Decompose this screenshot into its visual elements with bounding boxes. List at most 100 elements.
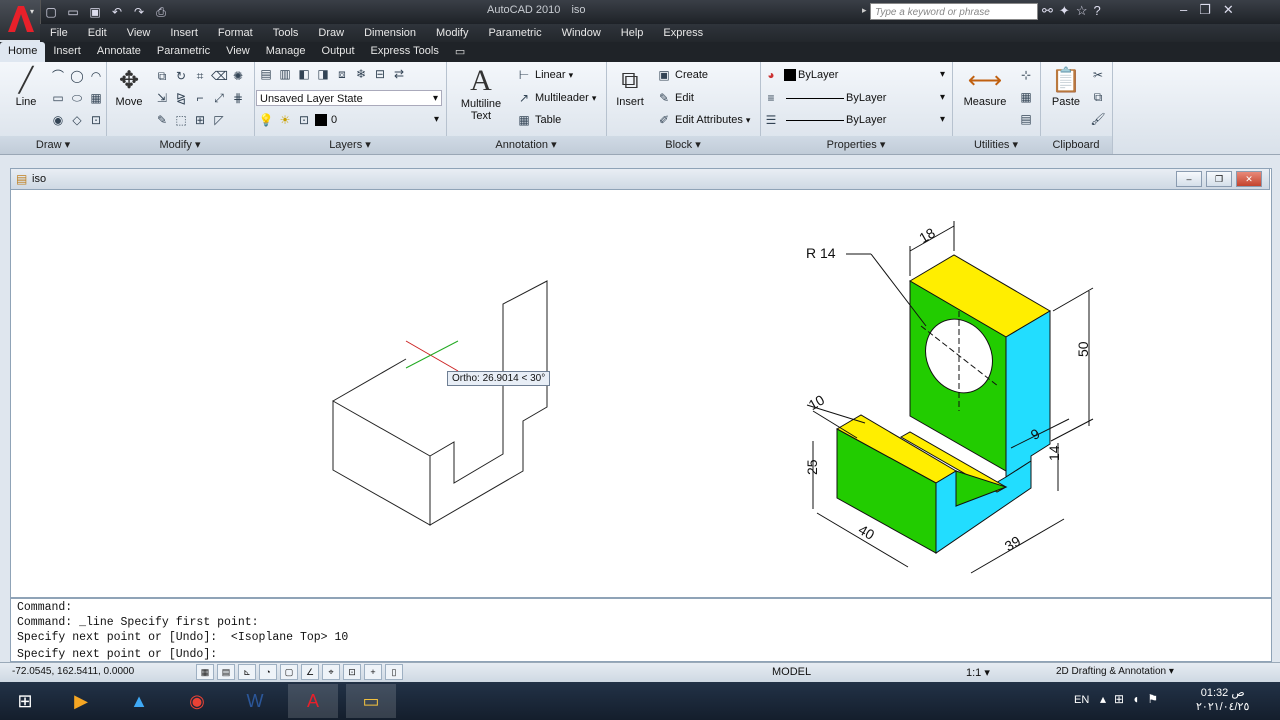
menu-format[interactable]: Format — [208, 24, 263, 42]
ortho-icon[interactable]: ⊾ — [238, 664, 256, 680]
menu-dimension[interactable]: Dimension — [354, 24, 426, 42]
lineweight-dropdown[interactable]: ByLayer — [782, 112, 948, 128]
application-menu-button[interactable]: ▾ — [0, 0, 41, 40]
media-player-icon[interactable]: ▶ — [56, 684, 106, 718]
search-expand-icon[interactable]: ▸ — [862, 5, 867, 16]
layer-lock-icon[interactable]: ⊟ — [372, 66, 388, 82]
layer-walk-icon[interactable]: ⇄ — [391, 66, 407, 82]
paste-button[interactable]: 📋 Paste — [1044, 66, 1088, 108]
menu-window[interactable]: Window — [552, 24, 611, 42]
qp-icon[interactable]: ▯ — [385, 664, 403, 680]
layer-dropdown[interactable]: 0 — [328, 112, 442, 128]
scale-tool-icon[interactable]: ⬚ — [173, 112, 189, 128]
copy-clip-icon[interactable]: ⧉ — [1090, 89, 1106, 105]
menu-edit[interactable]: Edit — [78, 24, 117, 42]
measure-button[interactable]: ⟷ Measure — [958, 66, 1012, 108]
create-block-button[interactable]: ▣ Create — [656, 67, 708, 83]
calculator-icon[interactable]: ▦ — [1018, 89, 1034, 105]
layer-states-icon[interactable]: ▥ — [277, 66, 293, 82]
menu-help[interactable]: Help — [611, 24, 654, 42]
open-icon[interactable]: ▭ — [64, 3, 82, 21]
color-wheel-icon[interactable]: ◕ — [763, 67, 779, 83]
linetype-icon[interactable]: ☰ — [763, 112, 779, 128]
polyline-icon[interactable]: ⌒ — [50, 68, 66, 84]
plot-icon[interactable]: ⎙ — [152, 3, 170, 21]
undo-icon[interactable]: ↶ — [108, 3, 126, 21]
mirror-icon[interactable]: ⧎ — [173, 90, 189, 106]
modify-panel-title[interactable]: Modify ▾ — [106, 136, 254, 154]
help-icon[interactable]: ? — [1093, 3, 1100, 19]
favorites-icon[interactable]: ☆ — [1076, 3, 1088, 19]
clock[interactable]: 01:32 ص ٢٠٢١/٠٤/٢٥ — [1196, 686, 1249, 714]
menu-parametric[interactable]: Parametric — [478, 24, 551, 42]
save-icon[interactable]: ▣ — [86, 3, 104, 21]
copy-icon[interactable]: ⧉ — [154, 68, 170, 84]
menu-view[interactable]: View — [117, 24, 161, 42]
lock-icon[interactable]: ⊡ — [296, 112, 312, 128]
explode-icon[interactable]: ✺ — [230, 68, 246, 84]
menu-draw[interactable]: Draw — [308, 24, 354, 42]
boundary-icon[interactable]: ⊡ — [88, 112, 104, 128]
tab-output[interactable]: Output — [314, 42, 363, 62]
polar-icon[interactable]: ◔ — [259, 664, 277, 680]
menu-insert[interactable]: Insert — [160, 24, 208, 42]
trim-icon[interactable]: ⌗ — [192, 68, 208, 84]
linear-button[interactable]: ⊢ Linear ▾ — [516, 67, 573, 83]
circle-icon[interactable]: ◯ — [69, 68, 85, 84]
snap-icon[interactable]: ▦ — [196, 664, 214, 680]
linetype-dropdown[interactable]: ByLayer — [782, 90, 948, 106]
ducs-icon[interactable]: ⌖ — [322, 664, 340, 680]
menu-file[interactable]: File — [40, 24, 78, 42]
table-button[interactable]: ▦ Table — [516, 112, 561, 128]
menu-express[interactable]: Express — [653, 24, 713, 42]
lineweight-icon[interactable]: ≡ — [763, 90, 779, 106]
layer-freeze-icon[interactable]: ❄ — [353, 66, 369, 82]
id-point-icon[interactable]: ▤ — [1018, 111, 1034, 127]
volume-icon[interactable]: ◖ — [1132, 692, 1139, 706]
dyn-icon[interactable]: ⊡ — [343, 664, 361, 680]
drawing-canvas[interactable]: R 14 18 50 10 9 25 14 40 39 — [11, 169, 1271, 597]
insert-block-button[interactable]: ⧉ Insert — [610, 66, 650, 108]
explorer-icon[interactable]: ▭ — [346, 684, 396, 718]
model-space-toggle[interactable]: MODEL — [772, 666, 811, 678]
block-panel-title[interactable]: Block ▾ — [606, 136, 760, 154]
scale-icon[interactable]: ⤢ — [211, 90, 227, 106]
start-button-icon[interactable]: ⊞ — [0, 684, 50, 718]
new-icon[interactable]: ▢ — [42, 3, 60, 21]
otrack-icon[interactable]: ∠ — [301, 664, 319, 680]
stretch-icon[interactable]: ⇲ — [154, 90, 170, 106]
chamfer-icon[interactable]: ◸ — [211, 112, 227, 128]
search-input[interactable]: Type a keyword or phrase — [870, 3, 1038, 20]
layer-state-dropdown[interactable]: Unsaved Layer State — [256, 90, 442, 107]
layers-panel-title[interactable]: Layers ▾ — [254, 136, 446, 154]
ribbon-toggle-icon[interactable]: ▭ — [447, 42, 473, 62]
command-line[interactable]: Command: Command: _line Specify first po… — [10, 598, 1272, 662]
edit-block-button[interactable]: ✎ Edit — [656, 90, 694, 106]
drawing-minimize-icon[interactable]: – — [1176, 171, 1202, 187]
annotation-scale[interactable]: 1:1 ▾ — [966, 666, 990, 679]
autocad-taskbar-icon[interactable]: A — [288, 684, 338, 718]
lineweight-toggle-icon[interactable]: + — [364, 664, 382, 680]
erase-icon[interactable]: ⌫ — [211, 68, 228, 84]
rectangle-icon[interactable]: ▭ — [50, 90, 66, 106]
annotation-panel-title[interactable]: Annotation ▾ — [446, 136, 606, 154]
binoculars-icon[interactable]: ⚯ — [1042, 3, 1053, 19]
drawing-close-icon[interactable]: ✕ — [1236, 171, 1262, 187]
cut-icon[interactable]: ✂ — [1090, 67, 1106, 83]
workspace-switcher[interactable]: 2D Drafting & Annotation ▾ — [1056, 666, 1174, 677]
tab-manage[interactable]: Manage — [258, 42, 314, 62]
hatch-icon[interactable]: ▦ — [88, 90, 104, 106]
layer-off-icon[interactable]: ◨ — [315, 66, 331, 82]
tab-annotate[interactable]: Annotate — [89, 42, 149, 62]
match-properties-icon[interactable]: 🖌 — [1090, 111, 1106, 127]
language-indicator[interactable]: EN — [1074, 694, 1089, 706]
grid-icon[interactable]: ▤ — [217, 664, 235, 680]
tray-arrow-icon[interactable]: ▴ — [1100, 692, 1106, 706]
color-dropdown[interactable]: ByLayer — [782, 67, 948, 83]
tools-icon[interactable]: ✦ — [1059, 3, 1070, 19]
region-icon[interactable]: ◇ — [69, 112, 85, 128]
menu-modify[interactable]: Modify — [426, 24, 478, 42]
move-button[interactable]: ✥ Move — [110, 66, 148, 108]
edit-attributes-button[interactable]: ✐ Edit Attributes ▾ — [656, 112, 750, 128]
layer-properties-icon[interactable]: ▤ — [258, 66, 274, 82]
